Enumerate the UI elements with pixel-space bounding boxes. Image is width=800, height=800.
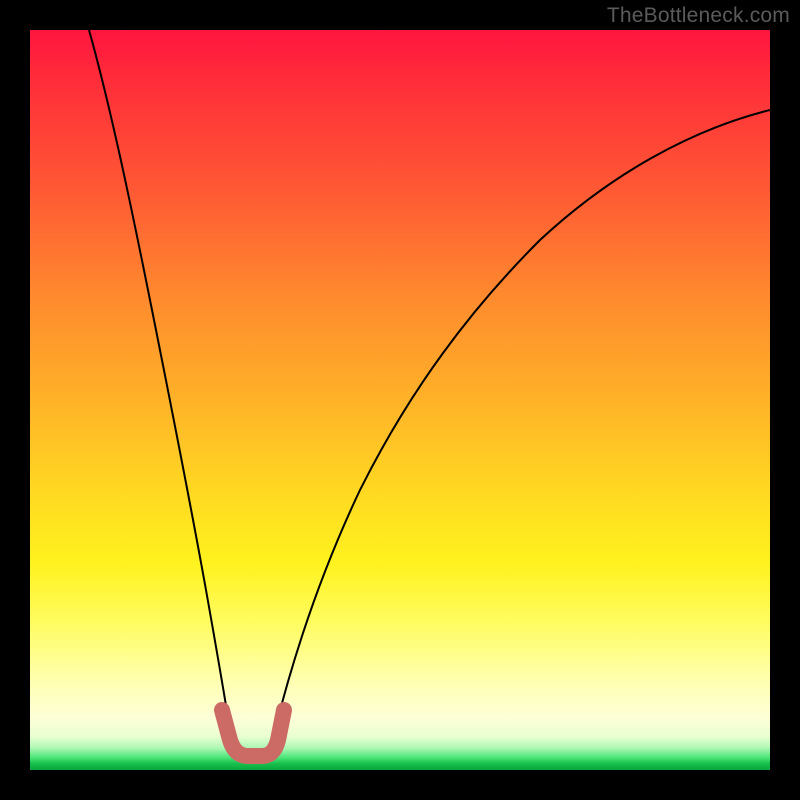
outer-frame: TheBottleneck.com <box>0 0 800 800</box>
watermark-text: TheBottleneck.com <box>607 4 790 28</box>
plot-area <box>30 30 770 770</box>
curve-left-branch <box>89 30 230 730</box>
valley-highlight <box>222 710 284 756</box>
curve-right-branch <box>275 110 770 730</box>
curve-svg <box>30 30 770 770</box>
